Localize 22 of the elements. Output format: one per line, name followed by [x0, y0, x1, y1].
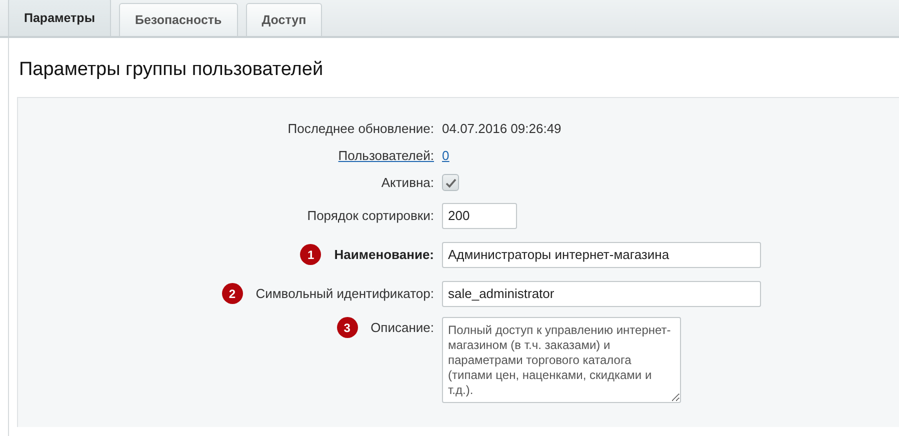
- description-field[interactable]: Полный доступ к управлению интернет-магазином (в т.ч. заказами) и параметрами торгового каталога (типами цен, наценками, скидками и т.д.).: [442, 317, 681, 403]
- tab[interactable]: Доступ: [246, 3, 322, 36]
- field-label: Активна:: [381, 175, 434, 190]
- field-label: Порядок сортировки:: [307, 208, 434, 223]
- input-field[interactable]: Администраторы интернет-магазина: [442, 242, 761, 268]
- step-number-badge: 2: [222, 283, 243, 304]
- checkbox[interactable]: [442, 174, 459, 191]
- field-value: 04.07.2016 09:26:49: [442, 121, 562, 136]
- step-number-badge: 1: [300, 244, 322, 265]
- field-label: Пользователей:: [338, 148, 434, 163]
- tab[interactable]: Безопасность: [119, 3, 238, 36]
- field-label: Символьный идентификатор:: [256, 286, 434, 301]
- users-count-link[interactable]: 0: [442, 148, 450, 163]
- panel-title: Параметры группы пользователей: [18, 58, 324, 82]
- input-field[interactable]: sale_administrator: [442, 280, 761, 306]
- field-label: Описание:: [370, 320, 434, 335]
- field-label: Наименование:: [334, 247, 434, 262]
- step-number-badge: 3: [336, 317, 358, 338]
- checkmark-icon: [444, 178, 456, 188]
- tab[interactable]: Параметры: [8, 0, 111, 36]
- input-field[interactable]: 200: [442, 202, 517, 228]
- field-label: Последнее обновление:: [288, 121, 434, 136]
